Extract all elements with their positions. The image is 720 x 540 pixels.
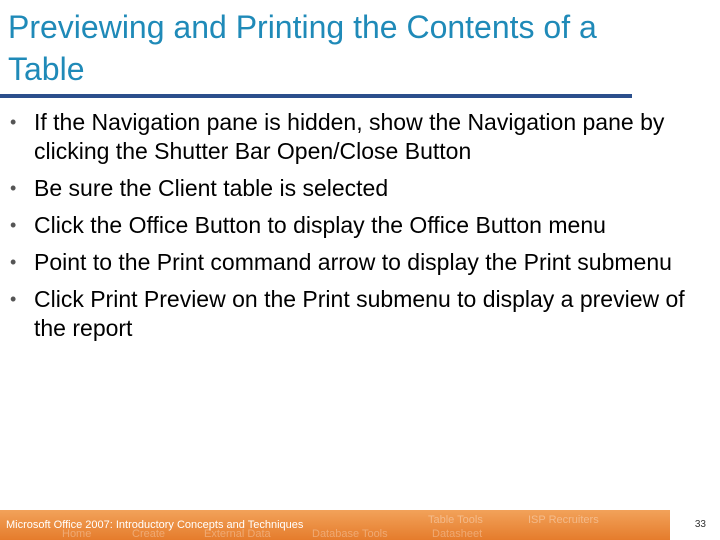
bullet-icon: • [10, 289, 17, 309]
footer-ghost-label: Database Tools [312, 528, 388, 540]
footer-ghost-label: ISP Recruiters [528, 514, 599, 526]
title-divider [0, 94, 632, 98]
bullet-text: If the Navigation pane is hidden, show t… [34, 109, 665, 164]
bullet-item: • Click Print Preview on the Print subme… [8, 285, 698, 343]
bullet-icon: • [10, 252, 17, 272]
bullet-item: • Be sure the Client table is selected [8, 174, 698, 203]
bullet-text: Point to the Print command arrow to disp… [34, 249, 672, 275]
page-number: 33 [694, 519, 706, 530]
footer-bar: Table Tools ISP Recruiters Home Create E… [0, 510, 720, 540]
bullet-text: Click the Office Button to display the O… [34, 212, 606, 238]
bullet-text: Click Print Preview on the Print submenu… [34, 286, 685, 341]
bullet-list: • If the Navigation pane is hidden, show… [8, 108, 698, 351]
bullet-item: • Point to the Print command arrow to di… [8, 248, 698, 277]
bullet-item: • Click the Office Button to display the… [8, 211, 698, 240]
bullet-icon: • [10, 178, 17, 198]
footer-ghost-label: Table Tools [428, 514, 483, 526]
footer-ghost-label: Datasheet [432, 528, 483, 540]
bullet-text: Be sure the Client table is selected [34, 175, 389, 201]
slide-title: Previewing and Printing the Contents of … [8, 9, 597, 87]
bullet-icon: • [10, 112, 17, 132]
bullet-item: • If the Navigation pane is hidden, show… [8, 108, 698, 166]
footer-caption: Microsoft Office 2007: Introductory Conc… [6, 519, 304, 531]
bullet-icon: • [10, 215, 17, 235]
